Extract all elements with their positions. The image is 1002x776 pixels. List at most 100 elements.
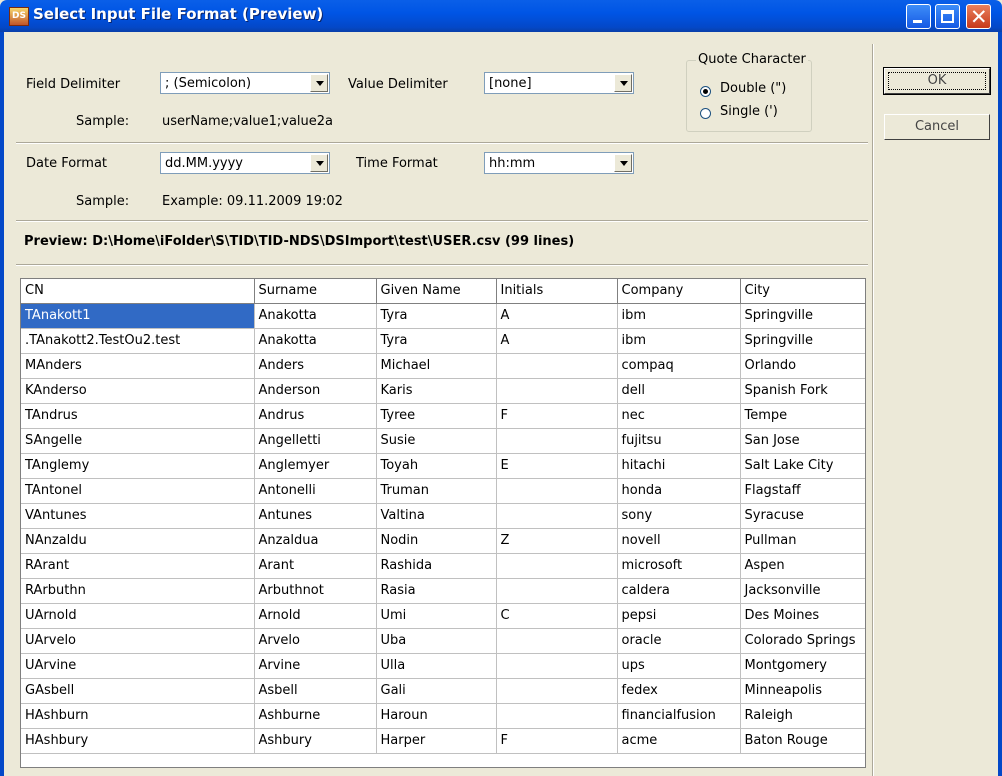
table-cell[interactable]: C bbox=[496, 603, 618, 629]
table-cell[interactable] bbox=[496, 703, 618, 729]
table-cell[interactable]: Raleigh bbox=[740, 703, 865, 729]
table-cell[interactable]: novell bbox=[617, 528, 741, 554]
table-row[interactable]: UArnold Arnold Umi Cpepsi Des Moines bbox=[21, 603, 865, 629]
table-cell[interactable]: Syracuse bbox=[740, 503, 865, 529]
table-cell[interactable]: ibm bbox=[617, 303, 741, 329]
table-cell[interactable]: ibm bbox=[617, 328, 741, 354]
table-cell[interactable]: fujitsu bbox=[617, 428, 741, 454]
column-header[interactable]: Initials bbox=[496, 279, 618, 304]
table-cell[interactable] bbox=[496, 678, 618, 704]
table-cell[interactable]: Springville bbox=[740, 328, 865, 354]
table-cell[interactable]: Tyra bbox=[376, 328, 497, 354]
table-cell[interactable]: oracle bbox=[617, 628, 741, 654]
table-cell[interactable]: Harper bbox=[376, 728, 497, 754]
table-cell[interactable]: TAnglemy bbox=[21, 453, 255, 479]
value-delimiter-dropdown[interactable]: [none] bbox=[484, 72, 634, 94]
table-cell[interactable]: HAshbury bbox=[21, 728, 255, 754]
table-row[interactable]: RArant Arant Rashida microsoft Aspen bbox=[21, 553, 865, 579]
chevron-down-icon[interactable] bbox=[614, 74, 632, 92]
table-cell[interactable]: Andrus bbox=[254, 403, 377, 429]
table-row[interactable]: TAntonel Antonelli Truman honda Flagstaff bbox=[21, 478, 865, 504]
table-cell[interactable]: Anderson bbox=[254, 378, 377, 404]
table-cell[interactable]: GAsbell bbox=[21, 678, 255, 704]
table-cell[interactable] bbox=[496, 353, 618, 379]
column-header[interactable]: Given Name bbox=[376, 279, 497, 304]
table-cell[interactable]: VAntunes bbox=[21, 503, 255, 529]
table-cell[interactable]: KAnderso bbox=[21, 378, 255, 404]
table-cell[interactable] bbox=[496, 628, 618, 654]
table-cell[interactable]: Haroun bbox=[376, 703, 497, 729]
table-cell[interactable]: TAnakott1 bbox=[21, 303, 255, 329]
close-button[interactable]: ✕ bbox=[966, 4, 991, 29]
table-cell[interactable]: Angelletti bbox=[254, 428, 377, 454]
table-cell[interactable]: Ashburne bbox=[254, 703, 377, 729]
table-cell[interactable]: Arbuthnot bbox=[254, 578, 377, 604]
column-header[interactable]: City bbox=[740, 279, 865, 304]
table-cell[interactable]: Arnold bbox=[254, 603, 377, 629]
table-cell[interactable]: Anders bbox=[254, 353, 377, 379]
table-cell[interactable] bbox=[496, 653, 618, 679]
table-row[interactable]: MAnders Anders Michael compaq Orlando bbox=[21, 353, 865, 379]
table-cell[interactable]: Springville bbox=[740, 303, 865, 329]
column-header[interactable]: Company bbox=[617, 279, 741, 304]
table-cell[interactable]: F bbox=[496, 403, 618, 429]
table-row[interactable]: TAnakott1 Anakotta Tyra Aibm Springville bbox=[21, 303, 865, 329]
table-cell[interactable]: Flagstaff bbox=[740, 478, 865, 504]
quote-double-label[interactable]: Double (") bbox=[720, 81, 786, 96]
table-cell[interactable]: hitachi bbox=[617, 453, 741, 479]
table-cell[interactable]: sony bbox=[617, 503, 741, 529]
table-cell[interactable]: Toyah bbox=[376, 453, 497, 479]
table-cell[interactable] bbox=[496, 378, 618, 404]
table-cell[interactable]: Arvine bbox=[254, 653, 377, 679]
cancel-button[interactable]: Cancel bbox=[884, 114, 990, 140]
table-cell[interactable]: pepsi bbox=[617, 603, 741, 629]
minimize-button[interactable] bbox=[906, 4, 931, 29]
table-cell[interactable]: Salt Lake City bbox=[740, 453, 865, 479]
table-cell[interactable]: Nodin bbox=[376, 528, 497, 554]
table-cell[interactable]: Tyra bbox=[376, 303, 497, 329]
table-cell[interactable]: fedex bbox=[617, 678, 741, 704]
table-cell[interactable]: Montgomery bbox=[740, 653, 865, 679]
table-cell[interactable]: Aspen bbox=[740, 553, 865, 579]
title-bar[interactable]: DS Select Input File Format (Preview) ✕ bbox=[0, 0, 1002, 32]
table-cell[interactable]: Antunes bbox=[254, 503, 377, 529]
table-cell[interactable]: Uba bbox=[376, 628, 497, 654]
table-cell[interactable]: Rashida bbox=[376, 553, 497, 579]
table-cell[interactable]: Ulla bbox=[376, 653, 497, 679]
table-cell[interactable]: Spanish Fork bbox=[740, 378, 865, 404]
table-cell[interactable]: Umi bbox=[376, 603, 497, 629]
table-cell[interactable]: Tyree bbox=[376, 403, 497, 429]
time-format-dropdown[interactable]: hh:mm bbox=[484, 152, 634, 174]
table-cell[interactable]: SAngelle bbox=[21, 428, 255, 454]
app-icon[interactable]: DS bbox=[9, 7, 29, 26]
table-cell[interactable] bbox=[496, 503, 618, 529]
table-cell[interactable]: Minneapolis bbox=[740, 678, 865, 704]
table-cell[interactable]: Orlando bbox=[740, 353, 865, 379]
table-cell[interactable]: dell bbox=[617, 378, 741, 404]
table-cell[interactable]: NAnzaldu bbox=[21, 528, 255, 554]
maximize-button[interactable] bbox=[935, 4, 960, 29]
table-row[interactable]: RArbuthn Arbuthnot Rasia caldera Jacksonvill… bbox=[21, 578, 865, 604]
table-cell[interactable]: RArbuthn bbox=[21, 578, 255, 604]
table-cell[interactable]: compaq bbox=[617, 353, 741, 379]
column-header[interactable]: Surname bbox=[254, 279, 377, 304]
table-cell[interactable]: Truman bbox=[376, 478, 497, 504]
preview-table[interactable]: CN Surname Given Name Initials Company City T… bbox=[20, 278, 866, 768]
table-cell[interactable]: RArant bbox=[21, 553, 255, 579]
table-cell[interactable]: Jacksonville bbox=[740, 578, 865, 604]
quote-single-label[interactable]: Single (') bbox=[720, 104, 778, 119]
table-row[interactable]: UArvelo Arvelo Uba oracle Colorado Springs bbox=[21, 628, 865, 654]
table-cell[interactable] bbox=[496, 478, 618, 504]
table-cell[interactable]: Anglemyer bbox=[254, 453, 377, 479]
table-row[interactable]: HAshbury Ashbury Harper Facme Baton Rouge bbox=[21, 728, 865, 754]
table-cell[interactable]: Ashbury bbox=[254, 728, 377, 754]
date-format-dropdown[interactable]: dd.MM.yyyy bbox=[160, 152, 330, 174]
table-cell[interactable]: San Jose bbox=[740, 428, 865, 454]
table-row[interactable]: HAshburn Ashburne Haroun financialfusion Ral… bbox=[21, 703, 865, 729]
table-cell[interactable]: Anzaldua bbox=[254, 528, 377, 554]
table-cell[interactable]: E bbox=[496, 453, 618, 479]
table-row[interactable]: KAnderso Anderson Karis dell Spanish Fork bbox=[21, 378, 865, 404]
table-cell[interactable]: Asbell bbox=[254, 678, 377, 704]
field-delimiter-dropdown[interactable]: ; (Semicolon) bbox=[160, 72, 330, 94]
table-cell[interactable] bbox=[496, 428, 618, 454]
